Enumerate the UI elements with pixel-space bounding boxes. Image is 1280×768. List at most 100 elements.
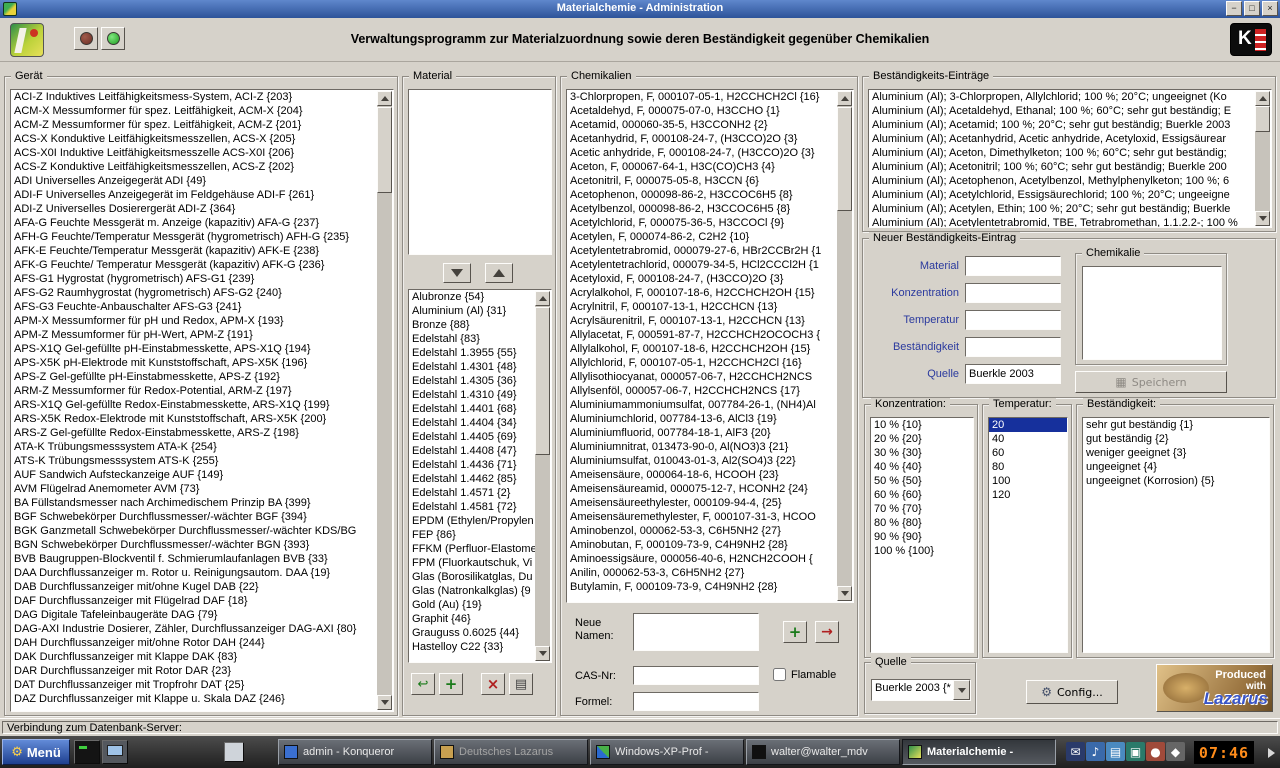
list-item[interactable]: AFS-G2 Raumhygrostat (hygrometrisch) AFS… (11, 286, 377, 300)
list-item[interactable]: Edelstahl {83} (409, 332, 535, 346)
list-item[interactable]: Edelstahl 1.4408 {47} (409, 444, 535, 458)
list-item[interactable]: Glas (Borosilikatglas, Du (409, 570, 535, 584)
menu-button[interactable]: ⚙ Menü (2, 739, 70, 765)
close-button[interactable]: × (1262, 1, 1278, 16)
list-item[interactable]: Allylacetat, F, 000591-87-7, H2CCHCH2OCO… (567, 328, 837, 342)
list-item[interactable]: EPDM (Ethylen/Propylen (409, 514, 535, 528)
list-item[interactable]: Edelstahl 1.4301 {48} (409, 360, 535, 374)
list-item[interactable]: DAF Durchflussanzeiger mit Flügelrad DAF… (11, 594, 377, 608)
list-item[interactable]: Acetylen, F, 000074-86-2, C2H2 {10} (567, 230, 837, 244)
list-item[interactable]: Allylisothiocyanat, 000057-06-7, H2CCHCH… (567, 370, 837, 384)
list-item[interactable]: Edelstahl 1.4310 {49} (409, 388, 535, 402)
list-item[interactable]: 10 % {10} (871, 418, 973, 432)
list-item[interactable]: Edelstahl 1.4401 {68} (409, 402, 535, 416)
list-item[interactable]: Allylalkohol, F, 000107-18-6, H2CCHCH2OH… (567, 342, 837, 356)
list-item[interactable]: 90 % {90} (871, 530, 973, 544)
neue-namen-input[interactable] (633, 613, 759, 651)
chemikalien-list[interactable]: 3-Chlorpropen, F, 000107-05-1, H2CCHCH2C… (566, 89, 854, 603)
list-item[interactable]: 3-Chlorpropen, F, 000107-05-1, H2CCHCH2C… (567, 90, 837, 104)
list-item[interactable]: Ameisensäuremethylester, F, 000107-31-3,… (567, 510, 837, 524)
list-item[interactable]: ACS-X0I Induktive Leitfähigkeitsmesszell… (11, 146, 377, 160)
scroll-up-button[interactable] (1255, 91, 1270, 106)
list-item[interactable]: Acetyloxid, F, 000108-24-7, (H3CCO)2O {3… (567, 272, 837, 286)
list-item[interactable]: ARS-X5K Redox-Elektrode mit Kunststoffsc… (11, 412, 377, 426)
list-item[interactable]: Aluminium (Al); Acetylchlorid, Essigsäur… (869, 188, 1255, 202)
list-item[interactable]: APM-X Messumformer für pH und Redox, APM… (11, 314, 377, 328)
geraet-list[interactable]: ACI-Z Induktives Leitfähigkeitsmess-Syst… (10, 89, 394, 712)
bestaendigkeit-list[interactable]: sehr gut beständig {1}gut beständig {2}w… (1082, 417, 1270, 653)
material-field-input[interactable] (965, 256, 1061, 276)
list-item[interactable]: Edelstahl 1.4436 {71} (409, 458, 535, 472)
list-item[interactable]: ungeeignet (Korrosion) {5} (1083, 474, 1269, 488)
dropdown-button[interactable] (953, 680, 970, 700)
volume-tray-icon[interactable]: ♪ (1086, 742, 1105, 761)
list-item[interactable]: DAG-AXI Industrie Dosierer, Zähler, Durc… (11, 622, 377, 636)
network-tray-icon[interactable]: ● (1146, 742, 1165, 761)
list-item[interactable]: Aluminiumsulfat, 010043-01-3, Al2(SO4)3 … (567, 454, 837, 468)
list-item[interactable]: Aluminiumnitrat, 013473-90-0, Al(NO3)3 {… (567, 440, 837, 454)
list-item[interactable]: Butylamin, F, 000109-73-9, C4H9NH2 {28} (567, 580, 837, 594)
list-item[interactable]: DAT Durchflussanzeiger mit Tropfrohr DAT… (11, 678, 377, 692)
material-move-down-button[interactable] (443, 263, 471, 283)
list-item[interactable]: 80 (989, 460, 1067, 474)
list-item[interactable]: BVB Baugruppen-Blockventil f. Schmieruml… (11, 552, 377, 566)
formel-input[interactable] (633, 692, 759, 711)
list-item[interactable]: Acetylentetrabromid, 000079-27-6, HBr2CC… (567, 244, 837, 258)
list-item[interactable]: 40 % {40} (871, 460, 973, 474)
list-item[interactable]: Aluminium (Al); 3-Chlorpropen, Allylchlo… (869, 90, 1255, 104)
list-item[interactable]: Alubronze {54} (409, 290, 535, 304)
chemikalien-scrollbar[interactable] (837, 91, 852, 601)
chemikalie-apply-button[interactable]: → (815, 621, 839, 643)
list-item[interactable]: Ameisensäureamid, 000075-12-7, HCONH2 {2… (567, 482, 837, 496)
list-item[interactable]: 20 (989, 418, 1067, 432)
list-item[interactable]: 20 % {20} (871, 432, 973, 446)
taskbar-task-materialchemie[interactable]: Materialchemie - (902, 739, 1056, 765)
list-item[interactable]: Acrylsäurenitril, F, 000107-13-1, H2CCHC… (567, 314, 837, 328)
list-item[interactable]: 40 (989, 432, 1067, 446)
quelle-combobox[interactable]: Buerkle 2003 {* (871, 679, 971, 701)
chemikalie-add-button[interactable]: + (783, 621, 807, 643)
scroll-down-button[interactable] (1255, 211, 1270, 226)
list-item[interactable]: Edelstahl 1.4581 {72} (409, 500, 535, 514)
list-item[interactable]: Bronze {88} (409, 318, 535, 332)
chat-tray-icon[interactable]: ◆ (1166, 742, 1185, 761)
list-item[interactable]: Allylsenföl, 000057-06-7, H2CCHCH2NCS {1… (567, 384, 837, 398)
list-item[interactable]: Edelstahl 1.4404 {34} (409, 416, 535, 430)
taskbar-task-lazarus[interactable]: Deutsches Lazarus (434, 739, 588, 765)
list-item[interactable]: Anilin, 000062-53-3, C6H5NH2 {27} (567, 566, 837, 580)
scrollbar-thumb[interactable] (535, 307, 550, 455)
material-assigned-list[interactable] (408, 89, 552, 255)
display-tray-icon[interactable]: ▣ (1126, 742, 1145, 761)
list-item[interactable]: AVM Flügelrad Anemometer AVM {73} (11, 482, 377, 496)
scroll-down-button[interactable] (377, 695, 392, 710)
list-item[interactable]: ARM-Z Messumformer für Redox-Potential, … (11, 384, 377, 398)
list-item[interactable]: Aluminium (Al); Aceton, Dimethylketon; 1… (869, 146, 1255, 160)
list-item[interactable]: Aminoessigsäure, 000056-40-6, H2NCH2COOH… (567, 552, 837, 566)
list-item[interactable]: DAK Durchflussanzeiger mit Klappe DAK {8… (11, 650, 377, 664)
list-item[interactable]: 70 % {70} (871, 502, 973, 516)
quelle-field-input[interactable] (965, 364, 1061, 384)
chemikalie-selected-list[interactable] (1082, 266, 1222, 360)
scrollbar-thumb[interactable] (1255, 106, 1270, 132)
list-item[interactable]: DAH Durchflussanzeiger mit/ohne Rotor DA… (11, 636, 377, 650)
list-item[interactable]: Acetonitril, F, 000075-05-8, H3CCN {6} (567, 174, 837, 188)
scroll-down-button[interactable] (535, 646, 550, 661)
list-item[interactable]: Aluminium (Al) {31} (409, 304, 535, 318)
list-item[interactable]: Glas (Natronkalkglas) {9 (409, 584, 535, 598)
list-item[interactable]: DAG Digitale Tafeleinbaugeräte DAG {79} (11, 608, 377, 622)
cas-input[interactable] (633, 666, 759, 685)
material-edit-button[interactable]: ▤ (509, 673, 533, 695)
terminal-launcher-icon[interactable] (74, 740, 100, 764)
list-item[interactable]: Acrylalkohol, F, 000107-18-6, H2CCHCH2OH… (567, 286, 837, 300)
list-item[interactable]: DAA Durchflussanzeiger m. Rotor u. Reini… (11, 566, 377, 580)
list-item[interactable]: FFKM (Perfluor-Elastome (409, 542, 535, 556)
list-item[interactable]: Edelstahl 1.3955 {55} (409, 346, 535, 360)
scroll-up-button[interactable] (837, 91, 852, 106)
list-item[interactable]: Aluminium (Al); Acetaldehyd, Ethanal; 10… (869, 104, 1255, 118)
list-item[interactable]: Edelstahl 1.4405 {69} (409, 430, 535, 444)
scrollbar-thumb[interactable] (377, 107, 392, 193)
list-item[interactable]: Aluminiumfluorid, 007784-18-1, AlF3 {20} (567, 426, 837, 440)
list-item[interactable]: DAZ Durchflussanzeiger mit Klappe u. Ska… (11, 692, 377, 706)
list-item[interactable]: ADI-Z Universelles Dosierergerät ADI-Z {… (11, 202, 377, 216)
list-item[interactable]: Acetylentetrachlorid, 000079-34-5, HCl2C… (567, 258, 837, 272)
